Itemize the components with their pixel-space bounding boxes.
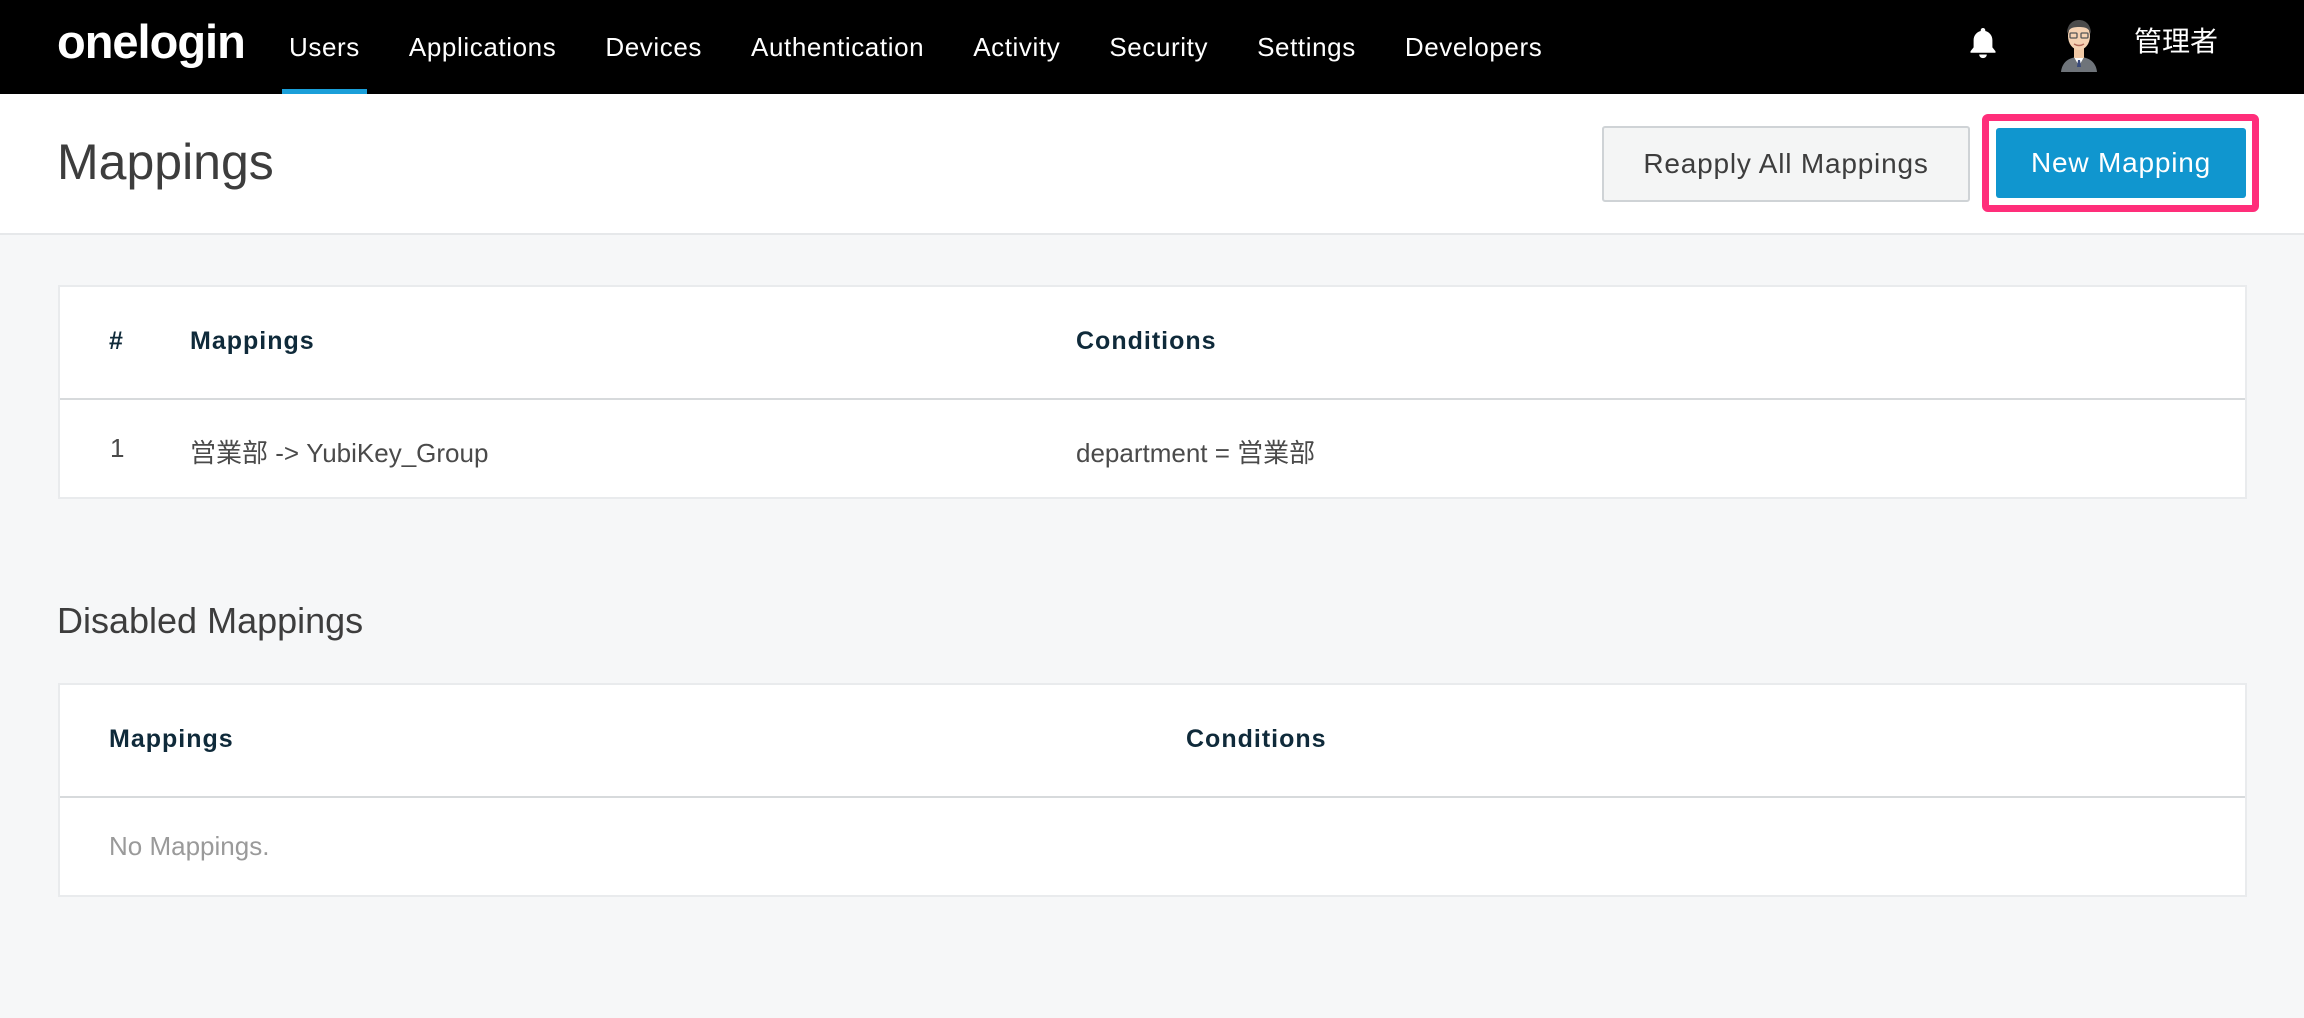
nav-activity[interactable]: Activity <box>966 0 1067 94</box>
empty-state-text: No Mappings. <box>109 831 270 861</box>
table-header: Mappings Conditions <box>60 685 2245 798</box>
empty-row: No Mappings. <box>60 798 2245 895</box>
nav-devices[interactable]: Devices <box>598 0 709 94</box>
user-avatar[interactable] <box>2056 12 2102 72</box>
top-nav-bar: onelogin Users Applications Devices Auth… <box>0 0 2304 94</box>
column-header-conditions: Conditions <box>1186 725 1327 753</box>
column-header-number: # <box>109 327 124 355</box>
column-header-conditions: Conditions <box>1076 327 1217 355</box>
notification-bell-icon[interactable] <box>1967 25 1999 61</box>
row-mapping-name[interactable]: 営業部 -> YubiKey_Group <box>190 433 488 470</box>
user-name[interactable]: 管理者 <box>2134 24 2218 60</box>
nav-authentication[interactable]: Authentication <box>744 0 931 94</box>
page-header: Mappings Reapply All Mappings New Mappin… <box>0 94 2304 235</box>
onelogin-logo[interactable]: onelogin <box>57 14 246 70</box>
column-header-mappings: Mappings <box>190 327 315 355</box>
nav-developers[interactable]: Developers <box>1398 0 1550 94</box>
new-mapping-button[interactable]: New Mapping <box>1996 128 2246 198</box>
row-number: 1 <box>110 433 125 463</box>
disabled-mappings-title: Disabled Mappings <box>57 600 364 641</box>
nav-settings[interactable]: Settings <box>1250 0 1363 94</box>
table-header: # Mappings Conditions <box>60 287 2245 400</box>
row-condition: department = 営業部 <box>1076 438 1316 468</box>
nav-applications[interactable]: Applications <box>402 0 563 94</box>
disabled-mappings-table: Mappings Conditions No Mappings. <box>58 683 2247 897</box>
reapply-all-mappings-button[interactable]: Reapply All Mappings <box>1602 126 1970 202</box>
nav-users[interactable]: Users <box>282 0 367 94</box>
page-title: Mappings <box>57 134 274 190</box>
table-row[interactable]: 1 営業部 -> YubiKey_Group department = 営業部 <box>60 400 2245 497</box>
mappings-table: # Mappings Conditions 1 営業部 -> YubiKey_G… <box>58 285 2247 499</box>
nav-security[interactable]: Security <box>1102 0 1215 94</box>
main-nav: Users Applications Devices Authenticatio… <box>282 0 1584 94</box>
column-header-mappings: Mappings <box>109 725 234 753</box>
